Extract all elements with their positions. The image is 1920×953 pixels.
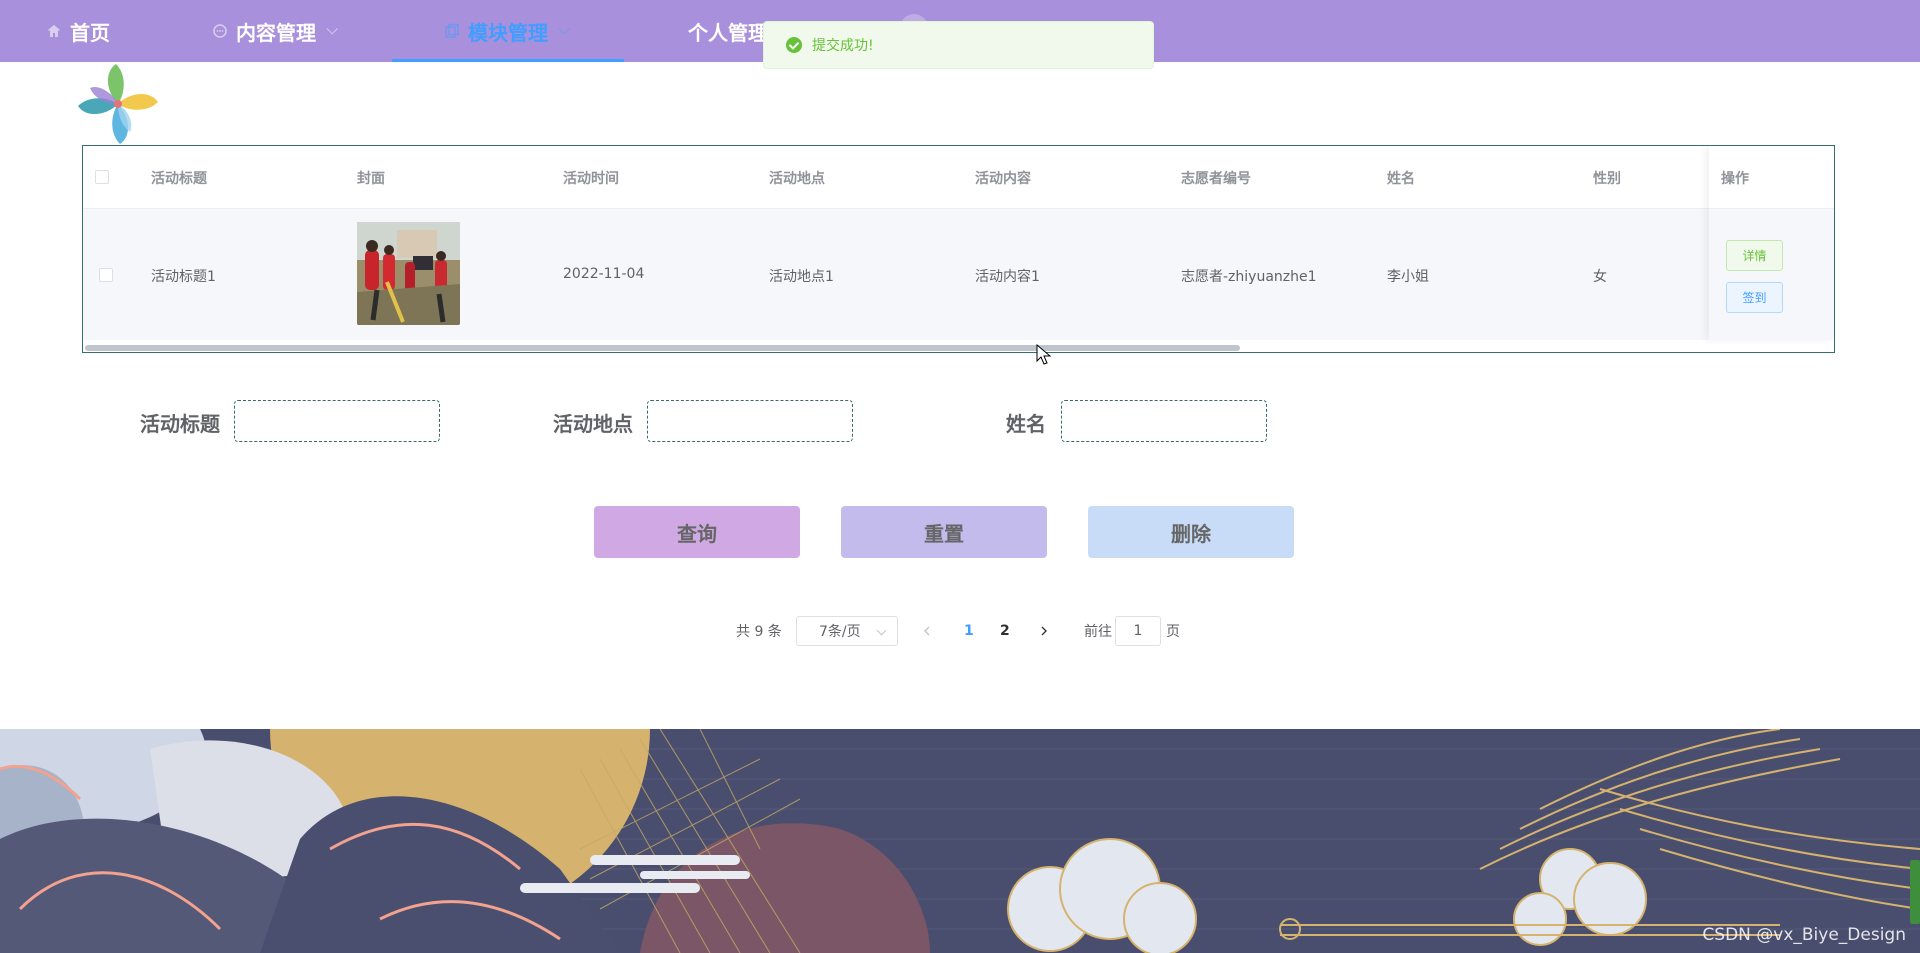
- col-volunteer-id: 志愿者编号: [1181, 171, 1251, 187]
- success-check-icon: [786, 37, 802, 53]
- table-header: 活动标题 封面 活动时间 活动地点 活动内容 志愿者编号 姓名 性别: [83, 146, 1834, 209]
- copy-icon: [445, 23, 459, 38]
- col-time: 活动时间: [563, 171, 619, 187]
- page-scrollbar[interactable]: [1910, 860, 1920, 924]
- nav-active-indicator: [392, 59, 624, 62]
- prev-page-button[interactable]: [922, 616, 932, 646]
- col-content: 活动内容: [975, 171, 1031, 187]
- pinwheel-logo: [78, 64, 158, 144]
- page-1-button[interactable]: 1: [964, 616, 974, 646]
- chevron-down-icon: [876, 625, 887, 636]
- cover-image[interactable]: [357, 222, 460, 325]
- cell-content: 活动内容1: [975, 269, 1040, 285]
- chevron-down-icon: [558, 23, 570, 35]
- table-horizontal-scrollbar[interactable]: [85, 345, 1240, 351]
- cell-name: 李小姐: [1387, 269, 1429, 285]
- chevron-right-icon: [1041, 626, 1047, 636]
- delete-button[interactable]: 删除: [1088, 506, 1294, 558]
- col-title: 活动标题: [151, 171, 207, 187]
- page-size-select[interactable]: 7条/页: [796, 616, 898, 646]
- col-location: 活动地点: [769, 171, 825, 187]
- nav-content-management[interactable]: 内容管理: [212, 0, 338, 62]
- mouse-cursor-icon: [1036, 344, 1052, 365]
- query-button[interactable]: 查询: [594, 506, 800, 558]
- landscape-illustration: [0, 729, 1920, 953]
- pagination-total: 共 9 条: [736, 624, 782, 640]
- home-icon: [48, 25, 60, 37]
- operation-cell: 详情 签到: [1709, 209, 1834, 340]
- operation-column: 操作 详情 签到: [1709, 146, 1834, 340]
- cell-title: 活动标题1: [151, 269, 216, 285]
- cell-volunteer-id: 志愿者-zhiyuanzhe1: [1181, 269, 1317, 285]
- goto-unit: 页: [1166, 624, 1180, 640]
- nav-home[interactable]: 首页: [46, 0, 110, 62]
- chat-icon: [213, 24, 227, 38]
- csdn-watermark: CSDN @vx_Biye_Design: [1702, 925, 1906, 945]
- title-search-input[interactable]: [234, 400, 440, 442]
- goto-page-input[interactable]: 1: [1115, 616, 1161, 646]
- col-gender: 性别: [1593, 171, 1621, 187]
- nav-module-management[interactable]: 模块管理: [444, 0, 570, 62]
- col-cover: 封面: [357, 171, 385, 187]
- nav-personal-management[interactable]: 个人管理: [688, 0, 768, 62]
- col-operation: 操作: [1721, 171, 1749, 187]
- nav-module-label: 模块管理: [468, 20, 548, 45]
- location-search-input[interactable]: [647, 400, 853, 442]
- nav-home-label: 首页: [70, 20, 110, 45]
- toast-message: 提交成功!: [812, 38, 874, 54]
- sign-in-button[interactable]: 签到: [1726, 282, 1783, 313]
- nav-content-label: 内容管理: [236, 20, 316, 45]
- cell-location: 活动地点1: [769, 269, 834, 285]
- row-checkbox[interactable]: [99, 268, 113, 282]
- page-2-button[interactable]: 2: [1000, 616, 1010, 646]
- select-all-checkbox[interactable]: [95, 170, 109, 184]
- chevron-left-icon: [924, 626, 930, 636]
- footer-banner: CSDN @vx_Biye_Design: [0, 729, 1920, 953]
- title-label: 活动标题: [140, 412, 220, 436]
- detail-button[interactable]: 详情: [1726, 240, 1783, 271]
- col-name: 姓名: [1387, 171, 1415, 187]
- activity-table: 活动标题 封面 活动时间 活动地点 活动内容 志愿者编号 姓名 性别 活动标题1: [82, 145, 1835, 353]
- nav-personal-label: 个人管理: [688, 20, 768, 45]
- success-toast: 提交成功!: [763, 21, 1154, 69]
- goto-label: 前往: [1084, 624, 1112, 640]
- location-label: 活动地点: [553, 412, 633, 436]
- name-search-input[interactable]: [1061, 400, 1267, 442]
- page-size-value: 7条/页: [819, 624, 861, 640]
- next-page-button[interactable]: [1039, 616, 1049, 646]
- chevron-down-icon: [326, 23, 338, 35]
- table-row: 活动标题1 2022-11-04 活动地点1 活动内容1 志愿者-zhiyuan…: [83, 209, 1834, 340]
- name-label: 姓名: [1006, 412, 1046, 436]
- cell-time: 2022-11-04: [563, 266, 645, 282]
- operation-header: 操作: [1709, 146, 1834, 209]
- cell-gender: 女: [1593, 269, 1607, 285]
- goto-page-value: 1: [1133, 623, 1143, 639]
- reset-button[interactable]: 重置: [841, 506, 1047, 558]
